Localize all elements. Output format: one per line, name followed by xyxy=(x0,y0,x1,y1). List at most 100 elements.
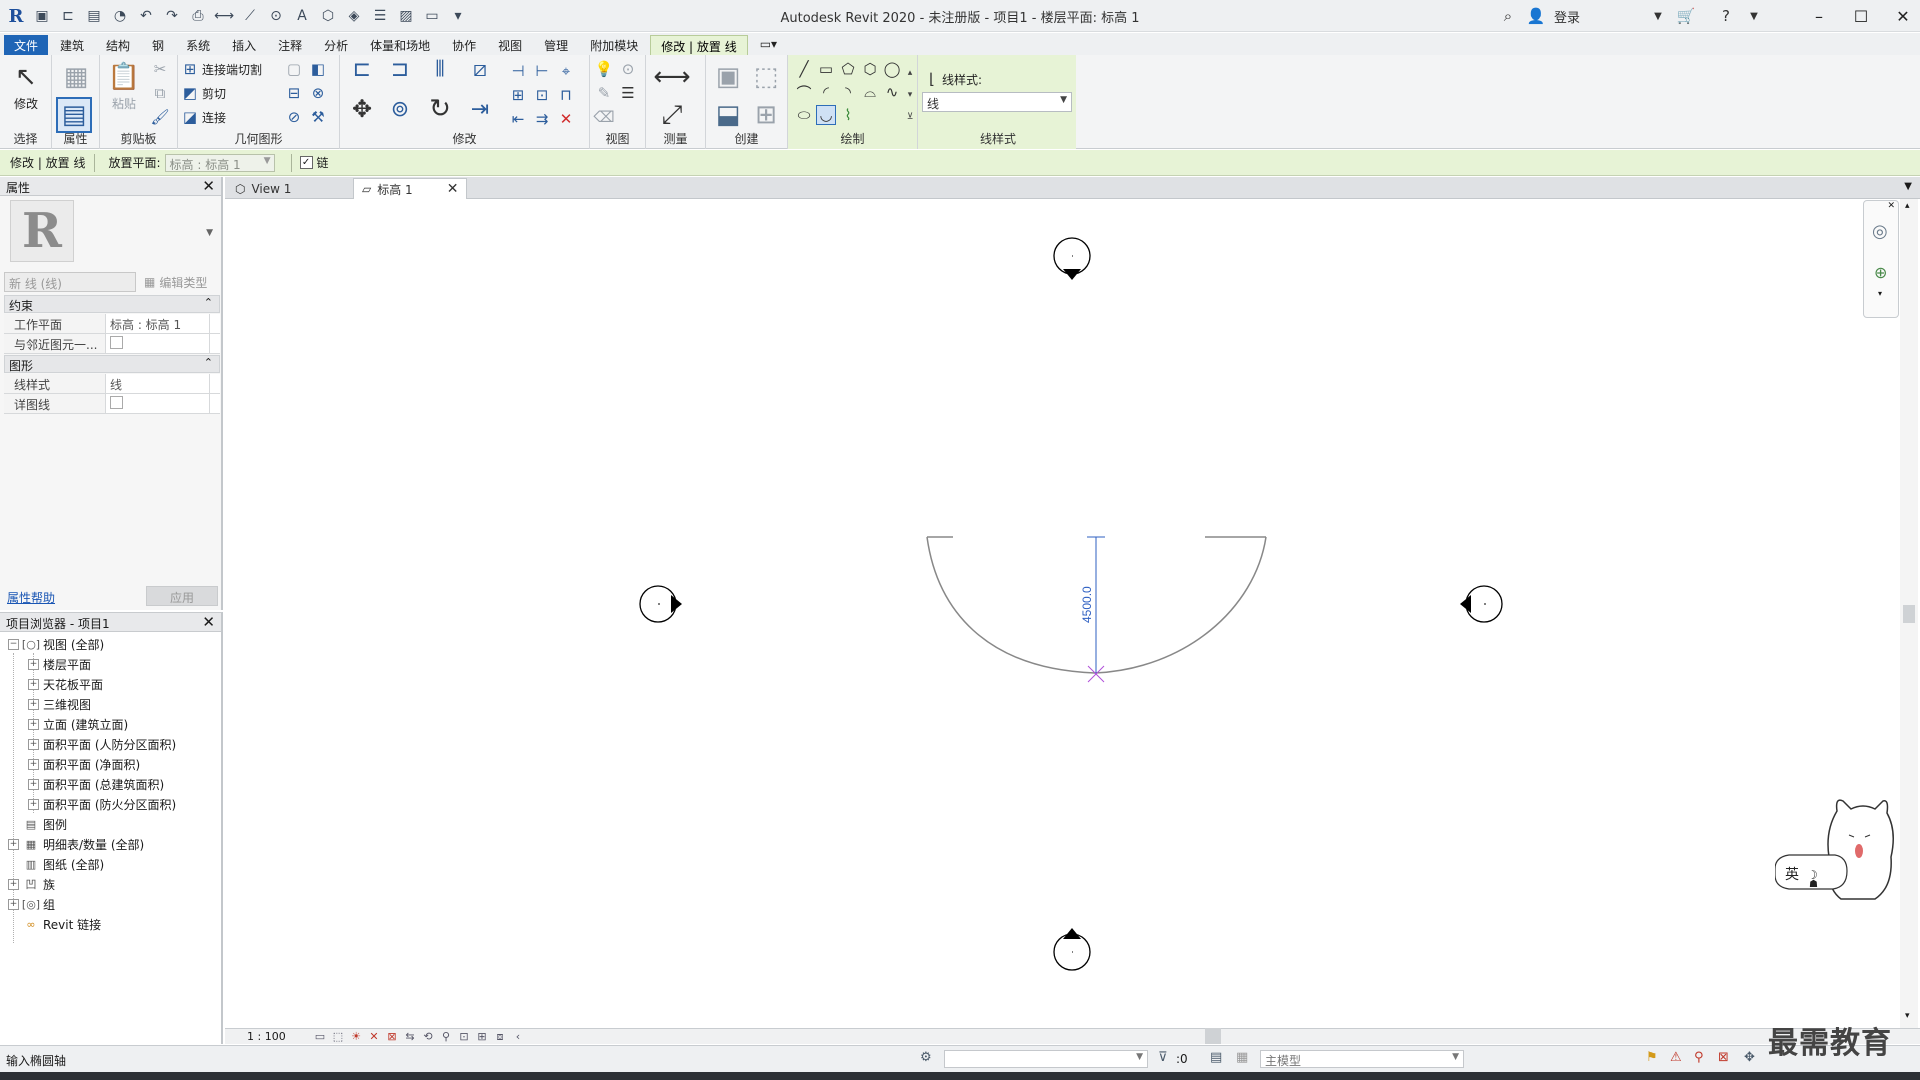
search-icon[interactable]: ⌕ xyxy=(1498,6,1518,26)
scroll-down-icon[interactable]: ▾ xyxy=(1905,1011,1910,1021)
tab-view[interactable]: 视图 xyxy=(488,35,532,55)
draw-inscribed-polygon-icon[interactable]: ⬠ xyxy=(838,59,858,79)
worksharing-icon[interactable]: ⊞ xyxy=(473,1030,491,1043)
tree-item-area-net[interactable]: + 面积平面 (净面积) xyxy=(28,755,140,773)
copy-icon[interactable]: ⧉ xyxy=(150,83,170,103)
select-links-icon[interactable]: ⚑ xyxy=(1646,1050,1658,1065)
mirror-axis-icon[interactable]: ⫴ xyxy=(430,57,450,82)
cart-icon[interactable]: 🛒 xyxy=(1676,6,1696,26)
view-tab-level1[interactable]: ▱ 标高 1 ✕ xyxy=(353,178,468,199)
wall-joins-icon[interactable]: ⊟ xyxy=(284,83,304,103)
sun-path-icon[interactable]: ☀ xyxy=(347,1030,365,1043)
properties-help-link[interactable]: 属性帮助 xyxy=(7,589,55,606)
expand-icon[interactable]: + xyxy=(28,718,39,730)
tabs-menu-icon[interactable]: ▼ xyxy=(1904,181,1912,192)
tab-addins[interactable]: 附加模块 xyxy=(580,35,648,55)
close-icon[interactable]: ✕ xyxy=(202,613,215,631)
tab-modify-place-line[interactable]: 修改 | 放置 线 xyxy=(650,35,748,55)
ime-label[interactable]: 英 xyxy=(1785,866,1799,883)
help-dropdown-icon[interactable]: ▼ xyxy=(1744,6,1764,26)
linework-icon[interactable]: ✎ xyxy=(594,83,614,103)
expand-icon[interactable]: + xyxy=(28,698,39,710)
dimension-icon[interactable]: ⟋ xyxy=(240,6,260,26)
trim-icon[interactable]: ⇥ xyxy=(470,97,490,122)
draw-spline-icon[interactable]: ∿ xyxy=(882,82,902,102)
nav-dropdown-icon[interactable]: ▾ xyxy=(1878,289,1882,298)
expand-icon[interactable]: + xyxy=(28,738,39,750)
offset-icon[interactable]: ⊐ xyxy=(390,57,410,82)
tab-systems[interactable]: 系统 xyxy=(176,35,220,55)
vertical-scrollbar[interactable]: ▴ ▾ xyxy=(1900,199,1918,1028)
linestyle-select[interactable]: 线 ▼ xyxy=(922,92,1072,112)
tree-item-area-gross[interactable]: + 面积平面 (总建筑面积) xyxy=(28,775,164,793)
drawing-canvas[interactable]: 4500.0 英 ☽ ☗ xyxy=(225,199,1920,1028)
expand-icon[interactable]: + xyxy=(28,758,39,770)
type-selector[interactable]: 新 线 (线) xyxy=(4,272,136,292)
expand-icon[interactable]: + xyxy=(8,878,19,890)
select-pinned-icon[interactable]: ⚲ xyxy=(1694,1050,1704,1065)
draw-gallery-down-icon[interactable]: ▾ xyxy=(900,85,920,105)
mirror-draw-icon[interactable]: ⧄ xyxy=(470,57,490,82)
3d-view-icon[interactable]: ⬡ xyxy=(318,6,338,26)
zoom-icon[interactable]: ⊕ xyxy=(1874,263,1887,282)
view-tab-view1[interactable]: ⬡ View 1 xyxy=(227,178,299,199)
view-scale[interactable]: 1 : 100 xyxy=(247,1030,311,1043)
property-row-detail-line[interactable]: 详图线 xyxy=(4,394,220,414)
vertical-scroll-thumb[interactable] xyxy=(1903,605,1915,623)
type-preview[interactable]: R ▼ xyxy=(4,198,217,268)
type-properties-icon[interactable]: ▦ xyxy=(58,59,94,95)
sync-icon[interactable]: ◔ xyxy=(110,6,130,26)
copy-element-icon[interactable]: ⊚ xyxy=(390,97,410,122)
switch-windows-icon[interactable]: ▭ xyxy=(422,6,442,26)
section-constraints[interactable]: 约束 ⌃ xyxy=(4,295,220,313)
paint-icon[interactable]: ◧ xyxy=(308,59,328,79)
join-icon[interactable]: ◪ xyxy=(180,107,200,127)
chevron-down-icon[interactable]: ▼ xyxy=(206,228,213,238)
array-icon[interactable]: ⊞ xyxy=(508,85,528,105)
tab-manage[interactable]: 管理 xyxy=(534,35,578,55)
apply-button[interactable]: 应用 xyxy=(146,586,218,606)
tree-item-3d-views[interactable]: + 三维视图 xyxy=(28,695,91,713)
property-row-linestyle[interactable]: 线样式 线 xyxy=(4,374,220,394)
close-button[interactable]: ✕ xyxy=(1886,6,1920,26)
tree-item-groups[interactable]: + [◎] 组 xyxy=(8,895,55,913)
move-icon[interactable]: ✥ xyxy=(352,95,372,123)
analytical-model-icon[interactable]: ⧈ xyxy=(491,1030,509,1044)
section-icon[interactable]: ◈ xyxy=(344,6,364,26)
thin-lines-icon[interactable]: ☰ xyxy=(370,6,390,26)
snap-nearby-checkbox[interactable] xyxy=(110,336,123,349)
draw-line-icon[interactable]: ╱ xyxy=(794,59,814,79)
revit-logo-icon[interactable]: R xyxy=(6,5,26,27)
scale-icon[interactable]: ⊡ xyxy=(532,85,552,105)
maximize-button[interactable]: ☐ xyxy=(1844,6,1878,26)
expand-icon[interactable]: + xyxy=(8,838,19,850)
expand-icon[interactable]: + xyxy=(8,898,19,910)
shadows-icon[interactable]: ✕ xyxy=(365,1030,383,1043)
draw-gallery-scroll-icon[interactable]: ▴ xyxy=(900,63,920,83)
tree-item-ceiling-plans[interactable]: + 天花板平面 xyxy=(28,675,103,693)
draw-arc-center-icon[interactable]: ◜ xyxy=(816,82,836,102)
split-icon[interactable]: ⊣ xyxy=(508,61,528,81)
property-row-workplane[interactable]: 工作平面 标高 : 标高 1 xyxy=(4,314,220,334)
paint-brush-icon[interactable]: ⊘ xyxy=(284,107,304,127)
tab-architecture[interactable]: 建筑 xyxy=(50,35,94,55)
edit-type-button[interactable]: ▦ 编辑类型 xyxy=(140,272,218,292)
draw-arc-tangent-icon[interactable]: ◝ xyxy=(838,82,858,102)
pin-icon[interactable]: ⊓ xyxy=(556,85,576,105)
expand-icon[interactable]: + xyxy=(28,658,39,670)
elevation-marker-south[interactable] xyxy=(1053,928,1091,971)
expand-icon[interactable]: + xyxy=(28,778,39,790)
steering-wheel-icon[interactable]: ◎ xyxy=(1872,221,1888,242)
eraser-icon[interactable]: ⌫ xyxy=(593,107,614,127)
tag-icon[interactable]: ⊙ xyxy=(266,6,286,26)
tab-massing-site[interactable]: 体量和场地 xyxy=(360,35,440,55)
user-icon[interactable]: 👤 xyxy=(1526,6,1546,26)
editable-only-icon[interactable]: ▤ xyxy=(1210,1050,1222,1065)
join-label[interactable]: 连接 xyxy=(202,109,226,126)
close-icon[interactable]: ✕ xyxy=(447,181,459,197)
modify-cursor-icon[interactable]: ↖ xyxy=(8,59,44,95)
unpin-icon[interactable]: ⌖ xyxy=(556,61,576,81)
tree-item-elevations[interactable]: + 立面 (建筑立面) xyxy=(28,715,128,733)
chevron-down-icon[interactable]: ▼ xyxy=(1648,6,1668,26)
draw-ellipse-icon[interactable]: ⬭ xyxy=(794,105,814,125)
